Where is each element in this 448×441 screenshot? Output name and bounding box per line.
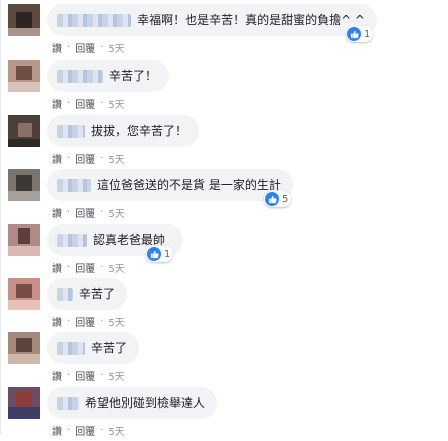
comment-item: 辛苦了！ 讚 · 回覆 · 5天 [0,60,448,114]
comment-item: 這位爸爸送的不是貨 是一家的生計 5 讚 · 回覆 · 5天 [0,169,448,223]
comment-actions: 讚 · 回覆 · 5天 [52,314,125,329]
reply-link[interactable]: 回覆 [75,423,95,438]
comment-text: 拔拔，您辛苦了！ [90,124,187,138]
reply-link[interactable]: 回覆 [75,151,95,166]
comment-item: 希望他別碰到檢舉達人 讚 · 回覆 · 5天 [0,387,448,441]
avatar[interactable] [8,332,40,364]
comment-item: 認真老爸最帥 1 讚 · 回覆 · 5天 [0,224,448,278]
comment-actions: 讚 · 回覆 · 5天 [52,368,125,383]
reply-link[interactable]: 回覆 [75,96,95,111]
like-count: 1 [164,248,171,260]
comment-text: 幸福啊！也是辛苦！真的是甜蜜的負擔^ ^ [137,13,365,27]
timestamp[interactable]: 5天 [108,423,124,438]
commenter-name[interactable] [57,178,91,192]
timestamp[interactable]: 5天 [108,151,124,166]
separator: · [67,316,71,327]
commenter-name[interactable] [57,69,103,83]
like-count: 5 [282,193,289,205]
separator: · [100,262,104,273]
separator: · [67,262,71,273]
comment-item: 辛苦了 讚 · 回覆 · 5天 [0,278,448,332]
separator: · [100,370,104,381]
reply-link[interactable]: 回覆 [75,368,95,383]
separator: · [100,98,104,109]
comment-bubble: 幸福啊！也是辛苦！真的是甜蜜的負擔^ ^ [47,4,377,36]
comment-actions: 讚 · 回覆 · 5天 [52,423,125,438]
comment-bubble: 這位爸爸送的不是貨 是一家的生計 [47,169,293,201]
avatar[interactable] [8,115,40,147]
separator: · [67,98,71,109]
avatar[interactable] [8,4,40,36]
comment-text: 辛苦了 [78,287,115,301]
reply-link[interactable]: 回覆 [75,314,95,329]
like-link[interactable]: 讚 [52,423,62,438]
comment-bubble: 拔拔，您辛苦了！ [47,115,199,147]
comment-bubble: 辛苦了 [47,278,127,310]
thumbs-up-icon [265,192,279,206]
thumbs-up-icon [147,247,161,261]
like-link[interactable]: 讚 [52,260,62,275]
timestamp[interactable]: 5天 [108,40,124,55]
commenter-name[interactable] [57,124,85,138]
comment-text: 辛苦了 [90,341,127,355]
timestamp[interactable]: 5天 [108,205,124,220]
comment-item: 辛苦了 讚 · 回覆 · 5天 [0,332,448,386]
comment-actions: 讚 · 回覆 · 5天 [52,40,125,55]
like-link[interactable]: 讚 [52,314,62,329]
avatar[interactable] [8,224,40,256]
comment-actions: 讚 · 回覆 · 5天 [52,151,125,166]
reply-link[interactable]: 回覆 [75,40,95,55]
comment-text: 認真老爸最帥 [93,233,166,247]
commenter-name[interactable] [57,13,132,27]
comment-bubble: 辛苦了 [47,332,139,364]
avatar[interactable] [8,60,40,92]
like-link[interactable]: 讚 [52,40,62,55]
like-link[interactable]: 讚 [52,151,62,166]
like-link[interactable]: 讚 [52,96,62,111]
commenter-name[interactable] [57,396,79,410]
separator: · [67,153,71,164]
separator: · [100,153,104,164]
separator: · [67,425,71,436]
comment-text: 辛苦了！ [108,69,157,83]
avatar[interactable] [8,387,40,419]
like-count: 1 [364,28,371,40]
timestamp[interactable]: 5天 [108,314,124,329]
separator: · [100,42,104,53]
comment-actions: 讚 · 回覆 · 5天 [52,260,125,275]
separator: · [67,42,71,53]
like-link[interactable]: 讚 [52,368,62,383]
comment-text: 這位爸爸送的不是貨 是一家的生計 [97,178,281,192]
separator: · [67,207,71,218]
avatar[interactable] [8,169,40,201]
comment-bubble: 辛苦了！ [47,60,169,92]
separator: · [100,316,104,327]
like-count-badge[interactable]: 5 [264,191,292,207]
timestamp[interactable]: 5天 [108,260,124,275]
timestamp[interactable]: 5天 [108,96,124,111]
commenter-name[interactable] [57,287,73,301]
comment-item: 拔拔，您辛苦了！ 讚 · 回覆 · 5天 [0,115,448,169]
separator: · [100,207,104,218]
reply-link[interactable]: 回覆 [75,260,95,275]
comment-text: 希望他別碰到檢舉達人 [84,396,205,410]
comment-actions: 讚 · 回覆 · 5天 [52,96,125,111]
comment-item: 幸福啊！也是辛苦！真的是甜蜜的負擔^ ^ 1 讚 · 回覆 · 5天 [0,4,448,58]
like-count-badge[interactable]: 1 [146,246,174,262]
reply-link[interactable]: 回覆 [75,205,95,220]
commenter-name[interactable] [57,233,87,247]
separator: · [100,425,104,436]
comment-bubble: 希望他別碰到檢舉達人 [47,387,217,419]
timestamp[interactable]: 5天 [108,368,124,383]
commenter-name[interactable] [57,341,85,355]
separator: · [67,370,71,381]
thumbs-up-icon [347,27,361,41]
comment-actions: 讚 · 回覆 · 5天 [52,205,125,220]
avatar[interactable] [8,278,40,310]
like-count-badge[interactable]: 1 [346,26,374,42]
like-link[interactable]: 讚 [52,205,62,220]
